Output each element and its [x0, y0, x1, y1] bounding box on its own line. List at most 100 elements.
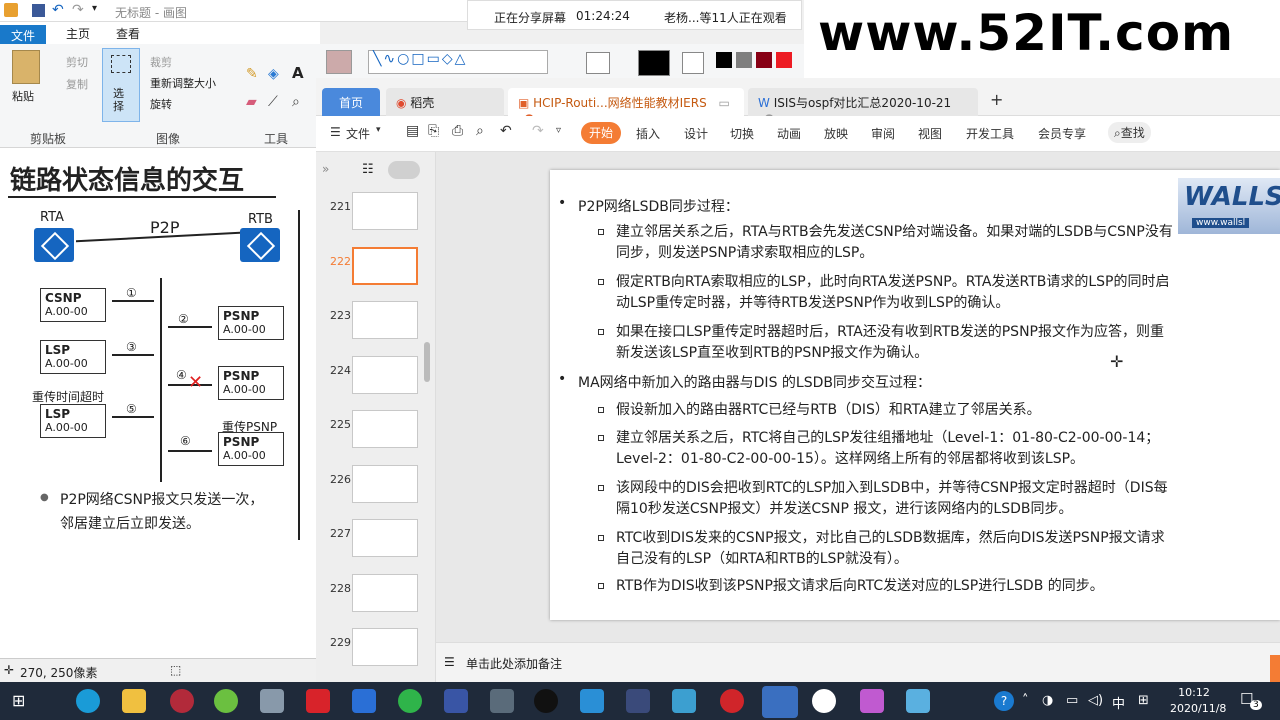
collapse-pane-icon[interactable]: » [322, 162, 329, 176]
app-green-icon[interactable] [214, 689, 238, 713]
qq-icon[interactable] [534, 689, 558, 713]
app-cube-icon[interactable] [672, 689, 696, 713]
app-blue-icon[interactable] [352, 689, 376, 713]
file-dropdown-icon[interactable]: ▾ [376, 125, 381, 135]
app-gray-icon[interactable] [260, 689, 284, 713]
taskbar-clock[interactable]: 10:12 2020/11/8 [1170, 685, 1226, 717]
redo-icon[interactable]: ↷ [72, 2, 84, 18]
palette-darkred[interactable] [756, 52, 772, 68]
slide-thumbnail[interactable] [352, 192, 418, 230]
resize-button[interactable]: 重新调整大小 [150, 75, 216, 91]
cut-button[interactable]: 剪切 [66, 54, 88, 70]
eraser-icon[interactable]: ▰ [246, 94, 257, 110]
copy-button[interactable]: 复制 [66, 76, 88, 92]
menu-insert[interactable]: 插入 [636, 125, 660, 142]
magnifier-icon[interactable]: ⌕ [292, 94, 300, 110]
pencil-icon[interactable]: ✎ [246, 66, 258, 82]
wps-tab-hcip[interactable]: ▣ HCIP-Routi...网络性能教材IERS ▭ ● [508, 88, 744, 125]
app-dark-icon[interactable] [444, 689, 468, 713]
start-menu-icon[interactable]: ⊞ [12, 691, 25, 710]
palette-black[interactable] [716, 52, 732, 68]
menu-design[interactable]: 设计 [684, 125, 708, 142]
slide-thumbnail[interactable] [352, 246, 418, 285]
crop-button[interactable]: 裁剪 [150, 54, 172, 70]
menu-transition[interactable]: 切换 [730, 125, 754, 142]
wps-icon[interactable] [306, 689, 330, 713]
menu-developer[interactable]: 开发工具 [966, 125, 1014, 142]
search-box[interactable]: ⌕查找 [1108, 122, 1151, 143]
paste-button[interactable]: 粘贴 [12, 88, 34, 104]
ime-indicator[interactable]: 中 [1112, 693, 1125, 712]
redo-doc-icon[interactable]: ↷ [532, 123, 544, 139]
rotate-button[interactable]: 旋转 [150, 96, 172, 112]
app-terminal-icon[interactable] [626, 689, 650, 713]
slide-thumbnail[interactable] [352, 464, 418, 503]
tab-file[interactable]: 文件 [0, 25, 46, 44]
text-tool-icon[interactable]: A [292, 64, 304, 82]
walls-app-icon[interactable] [812, 689, 836, 713]
size-icon[interactable] [586, 52, 610, 74]
select-button[interactable]: 选 择 [102, 48, 140, 122]
paint-taskbar-icon[interactable] [860, 689, 884, 713]
print-icon[interactable]: ⎙ [452, 123, 463, 139]
brush-icon[interactable] [326, 50, 352, 74]
menu-review[interactable]: 审阅 [871, 125, 895, 142]
shapes-gallery[interactable]: ╲∿○□▭◇△ [368, 50, 548, 74]
wps-tab-home[interactable]: 首页 [322, 88, 380, 116]
slide-thumbnail[interactable] [352, 628, 418, 666]
tray-chevron-icon[interactable]: ˄ [1022, 693, 1029, 708]
undo-icon[interactable]: ↶ [52, 2, 64, 18]
volume-icon[interactable]: ◁) [1088, 693, 1103, 708]
image-group-label: 图像 [156, 132, 181, 146]
menu-view[interactable]: 视图 [918, 125, 942, 142]
slide-thumbnail[interactable] [352, 573, 418, 612]
slide-thumbnail[interactable] [352, 355, 418, 394]
color2-swatch[interactable] [682, 52, 704, 74]
wps-tab-docer[interactable]: ◉ 稻壳 [386, 88, 504, 116]
fill-icon[interactable]: ◈ [268, 66, 279, 82]
toolbar-more-icon[interactable]: ▿ [556, 125, 561, 136]
opera-icon[interactable] [720, 689, 744, 713]
preview-icon[interactable]: ⌕ [476, 123, 484, 139]
palette-red[interactable] [776, 52, 792, 68]
help-icon[interactable]: ? [994, 691, 1014, 711]
slide-thumbnail[interactable] [352, 410, 418, 448]
slide-thumbnail[interactable] [352, 519, 418, 557]
menu-file[interactable]: 文件 [346, 125, 370, 142]
slide-view-toggle[interactable] [388, 161, 420, 179]
slide-thumbnail[interactable] [352, 301, 418, 339]
color1-swatch[interactable] [638, 50, 670, 76]
app-red-icon[interactable] [170, 689, 194, 713]
notes-bar[interactable]: ☰ 单击此处添加备注 [436, 642, 1280, 682]
edge-browser-icon[interactable] [76, 689, 100, 713]
menu-slideshow[interactable]: 放映 [824, 125, 848, 142]
palette-gray[interactable] [736, 52, 752, 68]
vscode-icon[interactable] [580, 689, 604, 713]
tab-view[interactable]: 查看 [116, 25, 140, 42]
color-picker-icon[interactable]: ⟋ [268, 94, 278, 110]
app-brush-icon[interactable] [906, 689, 930, 713]
save-doc-icon[interactable]: ▤ [406, 123, 419, 139]
save-icon[interactable] [32, 4, 45, 17]
thumb-scrollbar[interactable] [424, 342, 430, 382]
wps-tab-isis[interactable]: W ISIS与ospf对比汇总2020-10-21 ● [748, 88, 978, 125]
network-icon[interactable]: ▭ [1066, 693, 1078, 708]
tray-app-icon[interactable]: ◑ [1042, 693, 1053, 708]
ime-mode-icon[interactable]: ⊞ [1138, 693, 1149, 708]
paste-icon[interactable] [12, 50, 40, 84]
file-explorer-icon[interactable] [122, 689, 146, 713]
app-tool-icon[interactable] [490, 689, 514, 713]
tab-home[interactable]: 主页 [66, 25, 90, 42]
export-icon[interactable]: ⎘ [428, 123, 439, 139]
undo-doc-icon[interactable]: ↶ [500, 123, 512, 139]
outline-view-icon[interactable]: ☷ [362, 162, 374, 177]
new-tab-icon[interactable]: + [990, 90, 1003, 109]
menu-icon[interactable]: ☰ [330, 125, 341, 139]
menu-animation[interactable]: 动画 [777, 125, 801, 142]
quick-access-dropdown-icon[interactable]: ▾ [92, 3, 97, 14]
wechat-icon[interactable] [398, 689, 422, 713]
menu-start[interactable]: 开始 [581, 122, 621, 144]
share-viewers[interactable]: 老杨...等11人正在观看 [664, 9, 787, 26]
menu-member[interactable]: 会员专享 [1038, 125, 1086, 142]
active-app-icon[interactable] [762, 686, 798, 718]
